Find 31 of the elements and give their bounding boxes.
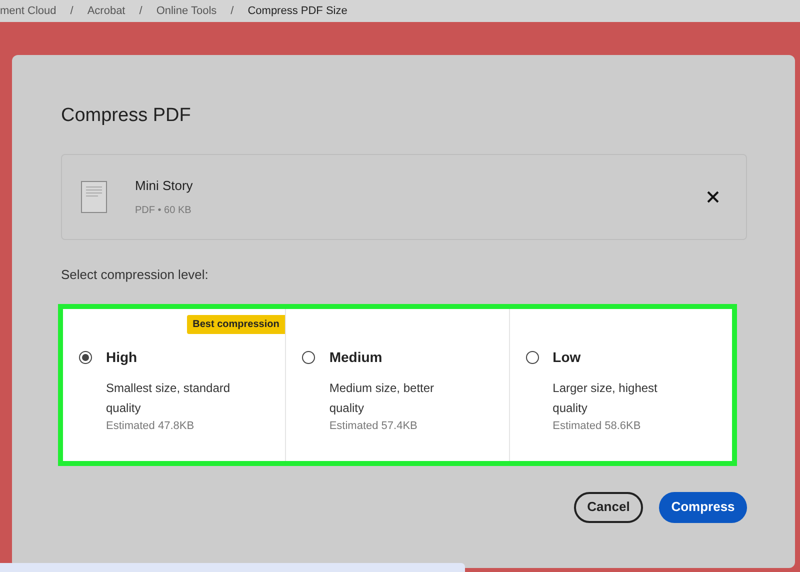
size-estimate: Estimated 57.4KB [329, 418, 418, 434]
option-card[interactable]: Best compression High Smallest size, standard quality Estimated 47.8KB [63, 308, 286, 460]
radio-button[interactable] [79, 350, 92, 364]
option-card[interactable]: Low Larger size, highest quality Estimated 58.6KB [510, 308, 732, 460]
file-info: PDF • 60 KB [135, 204, 192, 218]
option-title: Low [552, 348, 581, 366]
option-description: Larger size, highest quality [552, 380, 658, 416]
breadcrumb-link[interactable]: Acrobat [87, 2, 126, 20]
cancel-button[interactable]: Cancel [574, 492, 643, 522]
radio-button[interactable] [302, 350, 316, 364]
badge: Best compression [186, 314, 286, 334]
size-estimate: Estimated 58.6KB [552, 418, 642, 434]
size-estimate: Estimated 47.8KB [106, 418, 196, 434]
document-icon [81, 181, 107, 213]
option-description: Smallest size, standard quality [106, 380, 232, 416]
separator: / [230, 4, 234, 19]
option-title: Medium [329, 348, 382, 366]
current-page: Compress PDF Size [248, 4, 348, 19]
separator: / [70, 4, 74, 19]
compression-label: Select compression level: [61, 266, 210, 284]
breadcrumb-link[interactable]: ment Cloud [0, 2, 56, 20]
option-description: Medium size, better quality [329, 380, 436, 416]
option-card[interactable]: Medium Medium size, better quality Estimated 57.4KB [286, 308, 510, 460]
close-icon[interactable] [707, 191, 719, 203]
breadcrumb-link[interactable]: Online Tools [156, 2, 217, 20]
dialog-title: Compress PDF [61, 105, 192, 127]
compress-button[interactable]: Compress [659, 492, 747, 522]
separator: / [139, 4, 142, 19]
file-name: Mini Story [135, 177, 193, 196]
option-title: High [106, 348, 138, 367]
radio-button[interactable] [526, 350, 539, 364]
